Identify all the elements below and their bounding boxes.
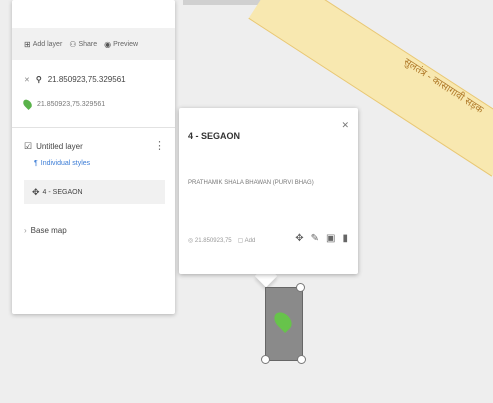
style-icon[interactable]: ✥ [295, 233, 303, 244]
popup-coordinates-label: 21.850923,75 [194, 238, 232, 244]
layers-panel: ⊞ Add layer ⚇ Share ◉ Preview ✕ ⚲ 21.850… [12, 0, 175, 314]
chevron-right-icon[interactable]: › [24, 226, 27, 235]
popup-tools: ✥ ✎ ▣ ▮ [295, 233, 348, 244]
share-button[interactable]: ⚇ Share [69, 40, 97, 49]
location-icon: ◎ [188, 238, 194, 244]
preview-label: Preview [113, 40, 139, 48]
feature-label: 4 - SEGAON [42, 188, 83, 196]
more-options-icon[interactable]: ⋮ [154, 139, 165, 152]
share-icon: ⚇ [69, 39, 77, 49]
image-icon: ▢ [237, 238, 244, 244]
layer-row[interactable]: ☑ Untitled layer ⋮ [12, 128, 175, 152]
popup-description: PRATHAMIK SHALA BHAWAN (PURVI BHAG) [188, 180, 314, 186]
feature-popup: 4 - SEGAON ✕ PRATHAMIK SHALA BHAWAN (PUR… [179, 108, 358, 274]
resize-handle[interactable] [261, 355, 270, 364]
camera-icon[interactable]: ▣ [326, 233, 335, 244]
delete-icon[interactable]: ▮ [342, 233, 348, 244]
layer-feature-item[interactable]: ✥ 4 - SEGAON [24, 180, 165, 204]
layer-name[interactable]: Untitled layer [36, 142, 83, 151]
popup-add-label: Add [244, 238, 256, 244]
resize-handle[interactable] [297, 355, 306, 364]
paint-roller-icon: ¶ [34, 160, 38, 167]
search-icon: ⚲ [35, 75, 42, 84]
add-layer-icon: ⊞ [24, 39, 31, 49]
search-result[interactable]: 21.850923,75.329561 [12, 84, 175, 111]
preview-button[interactable]: ◉ Preview [104, 40, 138, 49]
add-layer-label: Add layer [32, 40, 63, 48]
basemap-row[interactable]: › Base map [12, 204, 175, 235]
close-icon[interactable]: ✕ [341, 120, 349, 131]
basemap-label: Base map [30, 226, 67, 235]
preview-icon: ◉ [104, 39, 112, 49]
panel-toolbar: ⊞ Add layer ⚇ Share ◉ Preview [12, 28, 175, 60]
search-result-label: 21.850923,75.329561 [37, 100, 106, 108]
edit-icon[interactable]: ✎ [311, 233, 319, 244]
layer-styles-link[interactable]: ¶ Individual styles [12, 152, 175, 167]
popup-add-photo[interactable]: ▢ Add [238, 237, 256, 244]
popup-footer: ◎ 21.850923,75 ▢ Add [188, 237, 255, 244]
search-query[interactable]: 21.850923,75.329561 [48, 75, 126, 84]
feature-style-icon: ✥ [32, 186, 40, 197]
popup-coordinates: ◎ 21.850923,75 [188, 237, 232, 244]
share-label: Share [78, 40, 98, 48]
checkbox-icon[interactable]: ☑ [24, 141, 32, 152]
resize-handle[interactable] [296, 283, 305, 292]
search-row[interactable]: ✕ ⚲ 21.850923,75.329561 [12, 60, 175, 84]
location-pin-icon [21, 97, 34, 111]
close-icon[interactable]: ✕ [24, 76, 30, 84]
layer-styles-label: Individual styles [40, 160, 91, 167]
add-layer-button[interactable]: ⊞ Add layer [24, 40, 62, 49]
popup-title: 4 - SEGAON [188, 131, 241, 141]
